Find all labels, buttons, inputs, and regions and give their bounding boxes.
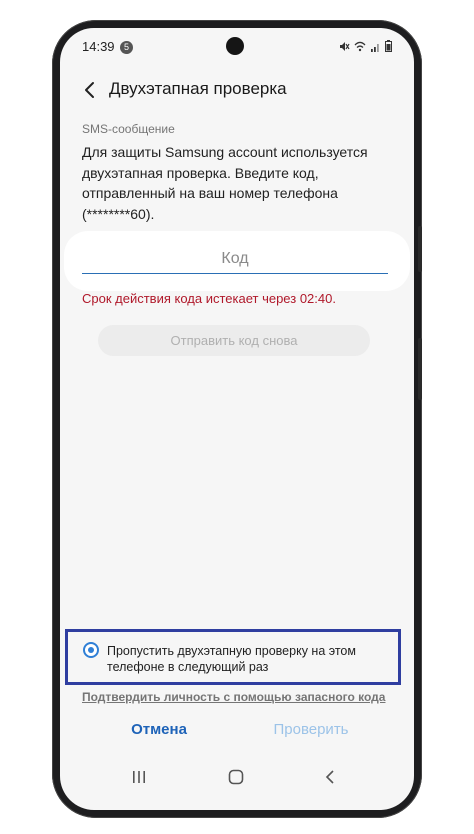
page-title: Двухэтапная проверка — [109, 79, 287, 98]
radio-selected-dot — [88, 647, 94, 653]
skip-option-label[interactable]: Пропустить двухэтапную проверку на этом … — [107, 643, 387, 675]
signal-icon — [371, 43, 379, 52]
phone-side-button — [418, 226, 422, 272]
cancel-button[interactable]: Отмена — [114, 721, 204, 738]
backup-code-link[interactable]: Подтвердить личность с помощью запасного… — [82, 690, 385, 704]
phone-side-button — [418, 338, 422, 400]
status-icons — [339, 40, 392, 52]
mute-icon — [340, 41, 350, 51]
description-text: Для защиты Samsung account используется … — [82, 144, 368, 222]
home-icon[interactable] — [228, 769, 244, 785]
resend-code-button[interactable]: Отправить код снова — [98, 325, 370, 356]
screen: 14:39 5 Двухэтапная проверка SMS-сообщен… — [60, 28, 414, 810]
skip-radio-button[interactable] — [83, 642, 99, 658]
front-camera — [226, 37, 244, 55]
wifi-icon — [354, 41, 366, 51]
navigation-bar — [60, 764, 414, 790]
verify-button[interactable]: Проверить — [266, 721, 356, 738]
expiry-message: Срок действия кода истекает через 02:40. — [82, 291, 336, 306]
back-icon[interactable] — [324, 769, 336, 785]
code-card — [64, 231, 410, 291]
chevron-left-icon[interactable] — [80, 78, 100, 102]
recents-icon[interactable] — [132, 770, 146, 784]
notification-badge: 5 — [120, 41, 133, 54]
code-input[interactable] — [82, 245, 388, 274]
section-label: SMS-сообщение — [82, 122, 175, 136]
status-bar: 14:39 5 — [60, 28, 414, 66]
app-header: Двухэтапная проверка — [60, 70, 414, 110]
status-time: 14:39 — [82, 39, 115, 54]
battery-icon — [385, 40, 392, 52]
